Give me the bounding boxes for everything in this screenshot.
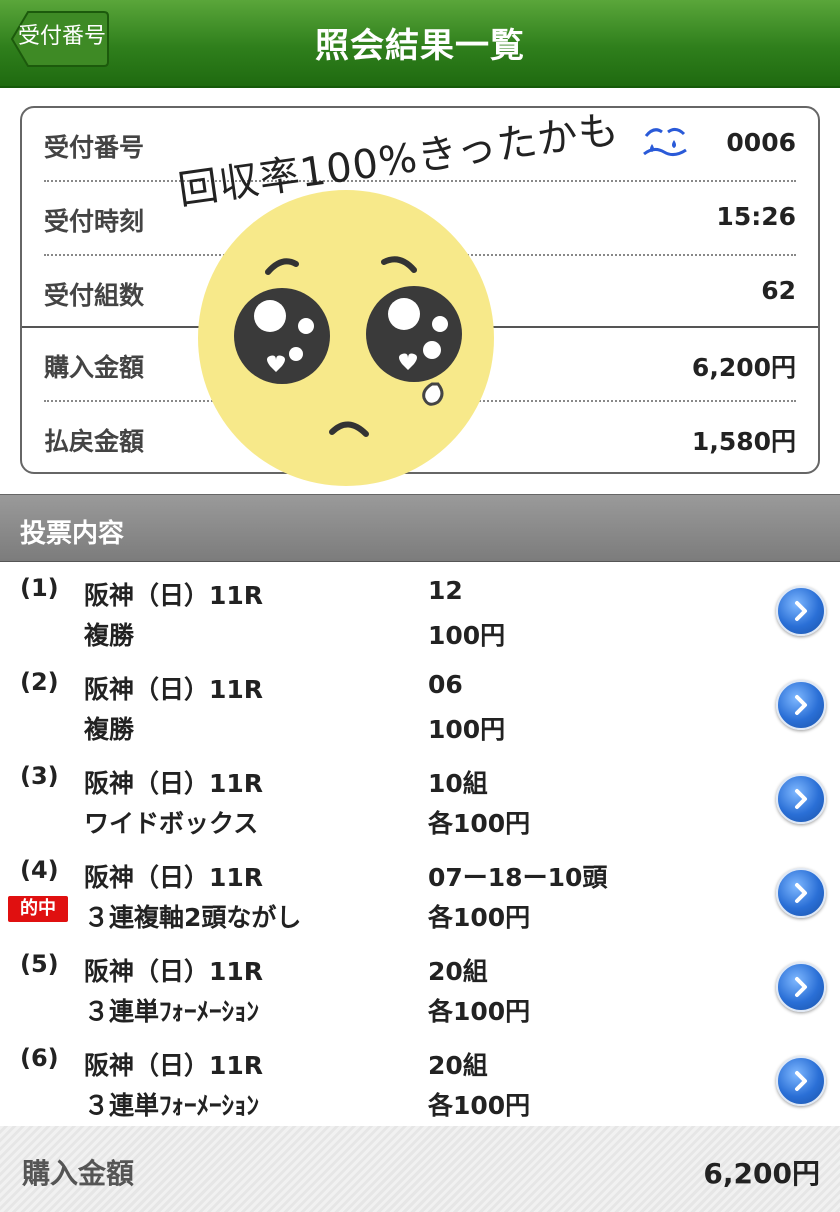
bet-row[interactable]: (6) 阪神（日）11R ３連単ﾌｫｰﾒｰｼｮﾝ 20組 各100円 [0,1032,840,1128]
bet-number: (2) [20,668,59,696]
bet-selection: 07ー18ー10頭 [428,863,608,892]
bet-row[interactable]: (3) 阪神（日）11R ワイドボックス 10組 各100円 [0,750,840,846]
bet-venue: 阪神（日）11R [84,863,264,892]
bet-number: (3) [20,762,59,790]
summary-label: 払戻金額 [44,427,145,456]
summary-value: 15:26 [716,202,796,231]
bet-row[interactable]: (5) 阪神（日）11R ３連単ﾌｫｰﾒｰｼｮﾝ 20組 各100円 [0,938,840,1034]
bet-amount: 100円 [428,621,506,650]
sweat-drops-icon [640,124,690,164]
bet-type: ワイドボックス [84,809,259,838]
chevron-right-icon[interactable] [776,774,826,824]
bet-row[interactable]: (2) 阪神（日）11R 複勝 06 100円 [0,656,840,752]
bet-type: ３連単ﾌｫｰﾒｰｼｮﾝ [84,997,260,1026]
bet-row[interactable]: (4) 的中 阪神（日）11R ３連複軸2頭ながし 07ー18ー10頭 各100… [0,844,840,940]
bet-venue: 阪神（日）11R [84,1051,264,1080]
bet-type: 複勝 [84,715,135,744]
bet-number: (5) [20,950,59,978]
bet-selection: 12 [428,576,463,605]
bet-venue: 阪神（日）11R [84,769,264,798]
chevron-right-icon[interactable] [776,868,826,918]
bet-selection: 20組 [428,957,488,986]
summary-label: 受付時刻 [44,207,145,236]
bet-type: ３連複軸2頭ながし [84,903,302,932]
bet-number: (1) [20,574,59,602]
bet-selection: 10組 [428,769,488,798]
bet-venue: 阪神（日）11R [84,957,264,986]
bet-amount: 各100円 [428,903,531,932]
bet-selection: 06 [428,670,463,699]
section-header-bets: 投票内容 [0,494,840,562]
chevron-right-icon[interactable] [776,680,826,730]
summary-value: 62 [761,276,796,305]
bet-amount: 各100円 [428,1091,531,1120]
summary-value: 6,200円 [691,353,796,382]
chevron-right-icon[interactable] [776,586,826,636]
bet-venue: 阪神（日）11R [84,581,264,610]
bet-row[interactable]: (1) 阪神（日）11R 複勝 12 100円 [0,562,840,658]
section-title: 投票内容 [20,519,125,549]
bet-type: 複勝 [84,621,135,650]
summary-label: 購入金額 [44,353,145,382]
bet-amount: 各100円 [428,997,531,1026]
bet-amount: 100円 [428,715,506,744]
bet-selection: 20組 [428,1051,488,1080]
bet-type: ３連単ﾌｫｰﾒｰｼｮﾝ [84,1091,260,1120]
bet-number: (6) [20,1044,59,1072]
summary-label: 受付番号 [44,133,145,162]
page-title: 照会結果一覧 [315,26,525,66]
summary-label: 受付組数 [44,281,145,310]
bet-amount: 各100円 [428,809,531,838]
chevron-right-icon[interactable] [776,962,826,1012]
summary-value: 1,580円 [691,427,796,456]
footer-value: 6,200円 [703,1157,820,1190]
bet-venue: 阪神（日）11R [84,675,264,704]
footer-total: 購入金額 6,200円 [0,1126,840,1212]
chevron-right-icon[interactable] [776,1056,826,1106]
bet-number: (4) [20,856,59,884]
pleading-face-emoji [196,188,496,488]
summary-value: 0006 [726,128,796,157]
footer-label: 購入金額 [22,1157,135,1190]
app-header: 受付番号 照会結果一覧 [0,0,840,88]
hit-badge: 的中 [8,896,68,922]
